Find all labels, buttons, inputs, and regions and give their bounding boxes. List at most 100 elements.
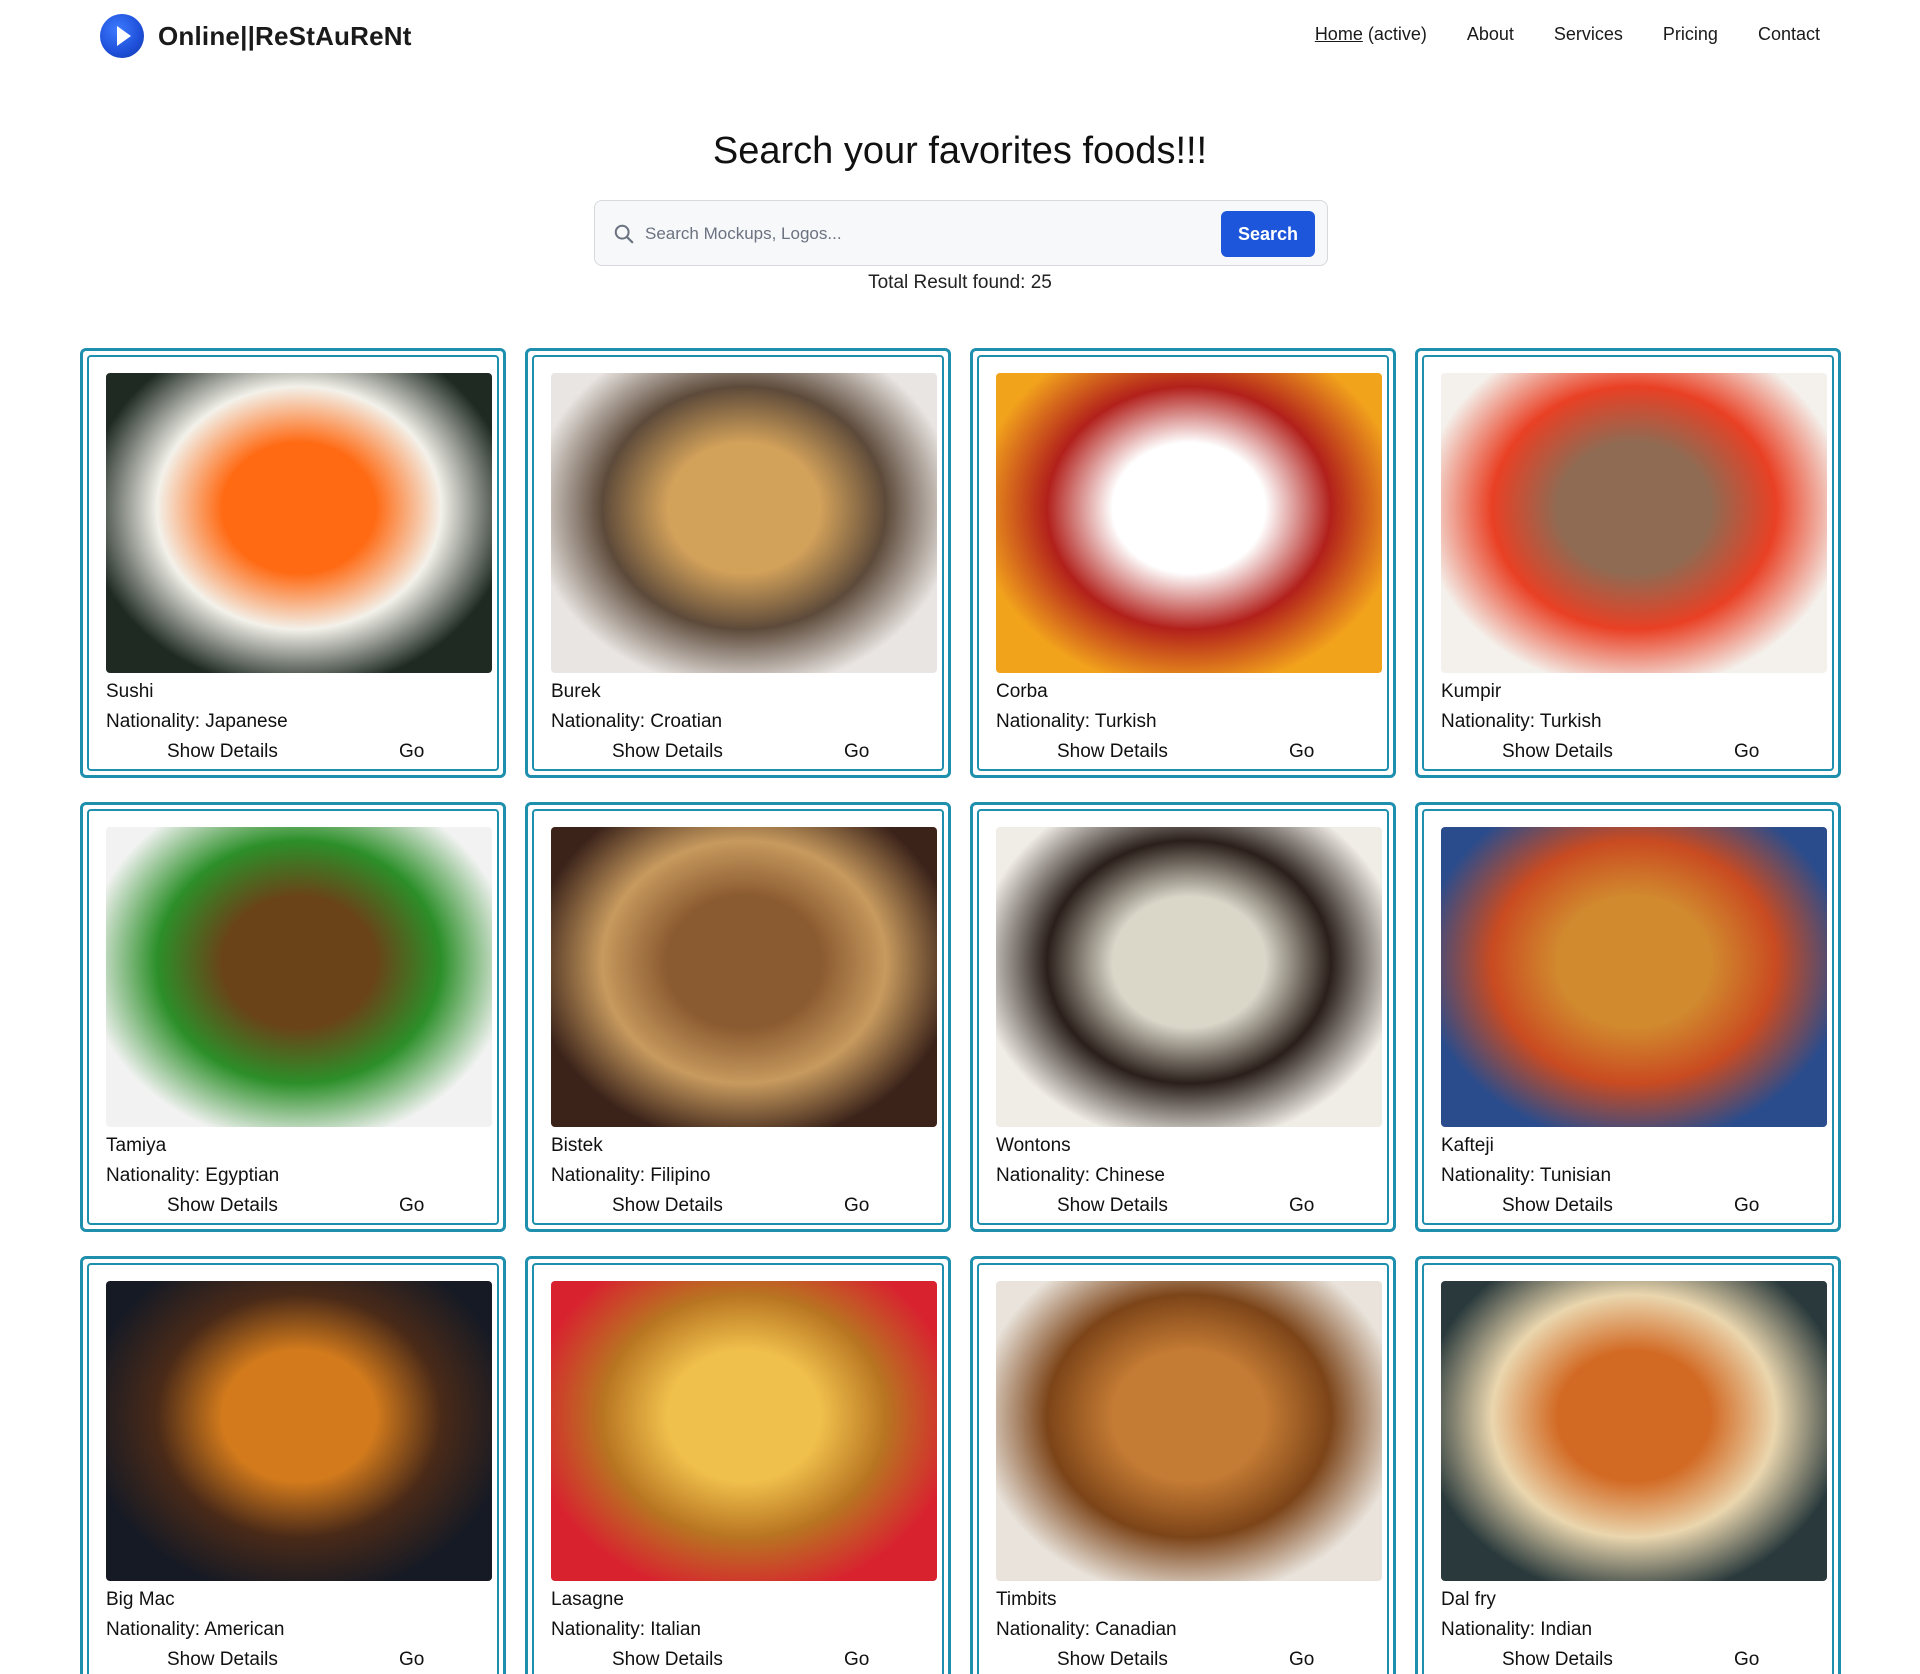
food-card-inner: Dal fry Nationality: Indian Show Details… xyxy=(1422,1263,1834,1674)
food-nationality: Nationality: American xyxy=(106,1619,285,1640)
food-name: Dal fry xyxy=(1441,1589,1496,1610)
go-button[interactable]: Go xyxy=(399,1195,424,1217)
go-button[interactable]: Go xyxy=(844,1649,869,1671)
food-grid: Sushi Nationality: Japanese Show Details… xyxy=(80,348,1841,1674)
food-nationality: Nationality: Italian xyxy=(551,1619,701,1640)
food-name: Wontons xyxy=(996,1135,1071,1156)
food-card: Burek Nationality: Croatian Show Details… xyxy=(525,348,951,778)
food-card: Wontons Nationality: Chinese Show Detail… xyxy=(970,802,1396,1232)
food-name: Corba xyxy=(996,681,1048,702)
food-card-inner: Wontons Nationality: Chinese Show Detail… xyxy=(977,809,1389,1225)
search-icon xyxy=(614,224,634,244)
food-nationality: Nationality: Egyptian xyxy=(106,1165,280,1186)
go-button[interactable]: Go xyxy=(1289,1649,1314,1671)
go-button[interactable]: Go xyxy=(844,1195,869,1217)
nav-about[interactable]: About xyxy=(1467,24,1514,45)
food-image[interactable] xyxy=(1441,827,1827,1127)
search-input[interactable] xyxy=(645,213,1285,255)
food-image[interactable] xyxy=(106,1281,492,1581)
food-card: Lasagne Nationality: Italian Show Detail… xyxy=(525,1256,951,1674)
show-details-button[interactable]: Show Details xyxy=(1502,1195,1613,1217)
nav-home-label: Home xyxy=(1314,24,1363,44)
search-button[interactable]: Search xyxy=(1221,211,1315,257)
food-card-inner: Burek Nationality: Croatian Show Details… xyxy=(532,355,944,771)
food-name: Bistek xyxy=(551,1135,603,1156)
food-card-inner: Lasagne Nationality: Italian Show Detail… xyxy=(532,1263,944,1674)
food-name: Kumpir xyxy=(1441,681,1502,702)
brand-logo-icon xyxy=(100,14,144,58)
show-details-button[interactable]: Show Details xyxy=(1057,1649,1168,1671)
food-name: Timbits xyxy=(996,1589,1057,1610)
food-nationality: Nationality: Chinese xyxy=(996,1165,1165,1186)
go-button[interactable]: Go xyxy=(1734,741,1759,763)
show-details-button[interactable]: Show Details xyxy=(167,741,278,763)
food-nationality: Nationality: Japanese xyxy=(106,711,288,732)
food-image[interactable] xyxy=(551,827,937,1127)
food-name: Tamiya xyxy=(106,1135,167,1156)
go-button[interactable]: Go xyxy=(1289,741,1314,763)
show-details-button[interactable]: Show Details xyxy=(167,1649,278,1671)
nav-home[interactable]: Home (active) xyxy=(1315,24,1427,45)
food-nationality: Nationality: Turkish xyxy=(1441,711,1602,732)
food-image[interactable] xyxy=(996,1281,1382,1581)
food-image[interactable] xyxy=(996,373,1382,673)
food-card: Timbits Nationality: Canadian Show Detai… xyxy=(970,1256,1396,1674)
food-nationality: Nationality: Canadian xyxy=(996,1619,1177,1640)
show-details-button[interactable]: Show Details xyxy=(1057,741,1168,763)
food-nationality: Nationality: Indian xyxy=(1441,1619,1593,1640)
food-card: Bistek Nationality: Filipino Show Detail… xyxy=(525,802,951,1232)
food-card: Corba Nationality: Turkish Show Details … xyxy=(970,348,1396,778)
food-name: Kafteji xyxy=(1441,1135,1494,1156)
show-details-button[interactable]: Show Details xyxy=(1502,741,1613,763)
show-details-button[interactable]: Show Details xyxy=(612,1195,723,1217)
go-button[interactable]: Go xyxy=(399,741,424,763)
food-card-inner: Timbits Nationality: Canadian Show Detai… xyxy=(977,1263,1389,1674)
food-card-inner: Kumpir Nationality: Turkish Show Details… xyxy=(1422,355,1834,771)
food-nationality: Nationality: Tunisian xyxy=(1441,1165,1612,1186)
food-image[interactable] xyxy=(551,373,937,673)
food-image[interactable] xyxy=(106,373,492,673)
show-details-button[interactable]: Show Details xyxy=(1057,1195,1168,1217)
show-details-button[interactable]: Show Details xyxy=(612,741,723,763)
show-details-button[interactable]: Show Details xyxy=(1502,1649,1613,1671)
food-nationality: Nationality: Turkish xyxy=(996,711,1157,732)
food-image[interactable] xyxy=(106,827,492,1127)
food-image[interactable] xyxy=(996,827,1382,1127)
brand-name: Online||ReStAuReNt xyxy=(158,20,412,51)
food-nationality: Nationality: Filipino xyxy=(551,1165,711,1186)
go-button[interactable]: Go xyxy=(844,741,869,763)
go-button[interactable]: Go xyxy=(1734,1195,1759,1217)
page-title: Search your favorites foods!!! xyxy=(712,130,1208,172)
food-card-inner: Big Mac Nationality: American Show Detai… xyxy=(87,1263,499,1674)
nav-home-active-indicator: (active) xyxy=(1362,24,1427,44)
food-image[interactable] xyxy=(1441,1281,1827,1581)
nav-pricing[interactable]: Pricing xyxy=(1663,24,1718,45)
food-card-inner: Bistek Nationality: Filipino Show Detail… xyxy=(532,809,944,1225)
food-card: Kafteji Nationality: Tunisian Show Detai… xyxy=(1415,802,1841,1232)
nav-contact[interactable]: Contact xyxy=(1758,24,1820,45)
food-card-inner: Tamiya Nationality: Egyptian Show Detail… xyxy=(87,809,499,1225)
go-button[interactable]: Go xyxy=(399,1649,424,1671)
food-card: Sushi Nationality: Japanese Show Details… xyxy=(80,348,506,778)
food-card: Tamiya Nationality: Egyptian Show Detail… xyxy=(80,802,506,1232)
food-name: Big Mac xyxy=(106,1589,175,1610)
food-image[interactable] xyxy=(1441,373,1827,673)
show-details-button[interactable]: Show Details xyxy=(167,1195,278,1217)
go-button[interactable]: Go xyxy=(1289,1195,1314,1217)
show-details-button[interactable]: Show Details xyxy=(612,1649,723,1671)
food-nationality: Nationality: Croatian xyxy=(551,711,723,732)
food-name: Sushi xyxy=(106,681,154,702)
food-card-inner: Corba Nationality: Turkish Show Details … xyxy=(977,355,1389,771)
search-bar: Search xyxy=(594,200,1328,266)
go-button[interactable]: Go xyxy=(1734,1649,1759,1671)
nav-services[interactable]: Services xyxy=(1554,24,1623,45)
navbar: Online||ReStAuReNt Home (active) About S… xyxy=(0,0,1920,74)
food-card-inner: Sushi Nationality: Japanese Show Details… xyxy=(87,355,499,771)
food-image[interactable] xyxy=(551,1281,937,1581)
result-count: Total Result found: 25 xyxy=(868,272,1052,293)
food-name: Lasagne xyxy=(551,1589,624,1610)
food-card: Big Mac Nationality: American Show Detai… xyxy=(80,1256,506,1674)
food-card: Dal fry Nationality: Indian Show Details… xyxy=(1415,1256,1841,1674)
food-name: Burek xyxy=(551,681,601,702)
brand[interactable]: Online||ReStAuReNt xyxy=(100,14,412,58)
